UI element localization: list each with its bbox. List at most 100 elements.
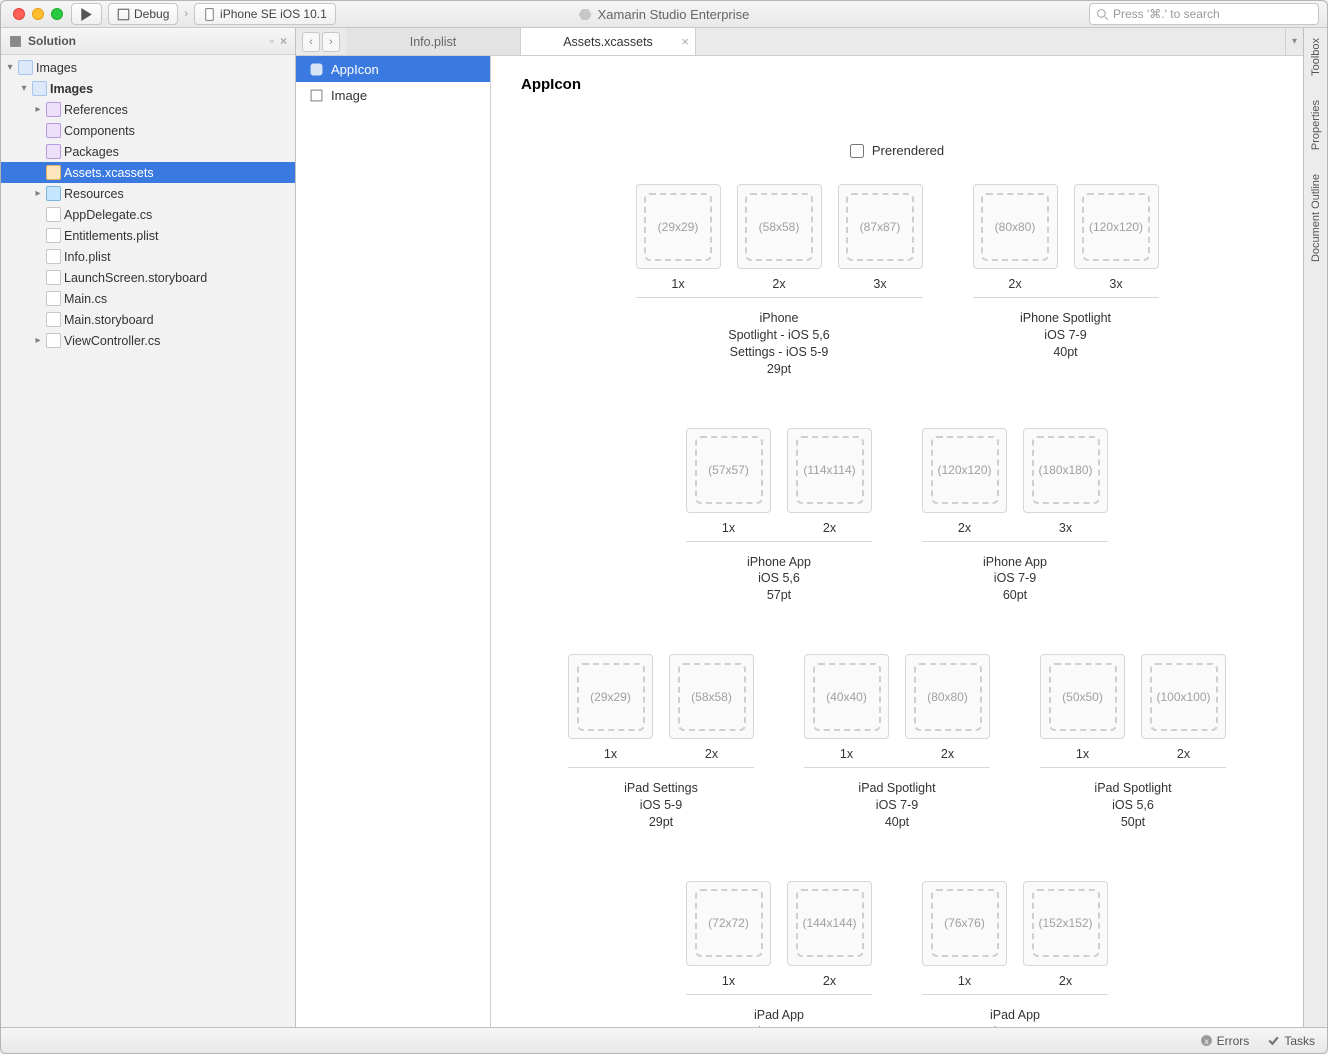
rail-outline[interactable]: Document Outline bbox=[1310, 170, 1322, 266]
icon-slot[interactable]: (58x58) bbox=[669, 654, 754, 739]
icon-group: (120x120)2x(180x180)3xiPhone App iOS 7-9… bbox=[922, 428, 1108, 605]
asset-image[interactable]: Image bbox=[296, 82, 490, 108]
page-title: AppIcon bbox=[521, 76, 1273, 93]
tree-assets[interactable]: ▸Assets.xcassets bbox=[1, 162, 295, 183]
scale-label: 3x bbox=[1059, 521, 1072, 535]
tree-packages[interactable]: ▸Packages bbox=[1, 141, 295, 162]
tree-project[interactable]: ▾Images bbox=[1, 78, 295, 99]
scale-label: 2x bbox=[823, 521, 836, 535]
solution-panel: Solution ▫ × ▾Images ▾Images ▸References… bbox=[1, 28, 296, 1027]
group-caption: iPad App iOS 7-9 76pt bbox=[922, 1007, 1108, 1027]
window-title: Xamarin Studio Enterprise bbox=[579, 7, 750, 22]
icon-slot[interactable]: (58x58) bbox=[737, 184, 822, 269]
tree-launchscreen[interactable]: ▸LaunchScreen.storyboard bbox=[1, 267, 295, 288]
tab-info[interactable]: Info.plist bbox=[346, 28, 521, 55]
icon-slot[interactable]: (57x57) bbox=[686, 428, 771, 513]
icon-group: (50x50)1x(100x100)2xiPad Spotlight iOS 5… bbox=[1040, 654, 1226, 831]
asset-editor: AppIcon Prerendered (29x29) 1x (58x58) 2x (8… bbox=[491, 56, 1303, 1027]
scale-label: 2x bbox=[941, 747, 954, 761]
maximize-button[interactable] bbox=[51, 8, 63, 20]
scale-label: 1x bbox=[840, 747, 853, 761]
icon-placeholder: (80x80) bbox=[914, 663, 982, 731]
asset-list[interactable]: AppIcon Image bbox=[296, 56, 491, 1027]
run-config-dropdown[interactable]: Debug bbox=[108, 3, 178, 25]
group-caption: iPad App iOS 5,6 72pt bbox=[686, 1007, 872, 1027]
icon-slot[interactable]: (180x180) bbox=[1023, 428, 1108, 513]
solution-header: Solution ▫ × bbox=[1, 28, 295, 55]
icon-slot[interactable]: (114x114) bbox=[787, 428, 872, 513]
icon-slot[interactable]: (29x29) bbox=[636, 184, 721, 269]
icon-placeholder: (58x58) bbox=[678, 663, 746, 731]
icon-slot[interactable]: (50x50) bbox=[1040, 654, 1125, 739]
tab-assets[interactable]: Assets.xcassets× bbox=[521, 28, 696, 55]
chevron-right-icon: › bbox=[184, 8, 188, 20]
icon-placeholder: (29x29) bbox=[644, 193, 712, 261]
run-button[interactable] bbox=[71, 3, 102, 25]
close-tab-icon[interactable]: × bbox=[681, 34, 689, 49]
icon-slot[interactable]: (144x144) bbox=[787, 881, 872, 966]
scale-label: 1x bbox=[722, 521, 735, 535]
group-caption: iPad Spotlight iOS 5,6 50pt bbox=[1040, 780, 1226, 831]
asset-appicon[interactable]: AppIcon bbox=[296, 56, 490, 82]
icon-slot[interactable]: (80x80) bbox=[905, 654, 990, 739]
rail-properties[interactable]: Properties bbox=[1310, 96, 1322, 154]
icon-slot[interactable]: (100x100) bbox=[1141, 654, 1226, 739]
tree-mainstory[interactable]: ▸Main.storyboard bbox=[1, 309, 295, 330]
tree-viewcontroller[interactable]: ▸ViewController.cs bbox=[1, 330, 295, 351]
icon-group: (80x80)2x(120x120)3xiPhone Spotlight iOS… bbox=[973, 184, 1159, 361]
rail-toolbox[interactable]: Toolbox bbox=[1310, 34, 1322, 80]
solution-icon bbox=[9, 35, 22, 48]
prerendered-checkbox[interactable] bbox=[850, 144, 864, 158]
run-config-label: Debug bbox=[134, 7, 169, 21]
tree-root[interactable]: ▾Images bbox=[1, 57, 295, 78]
panel-split-icon[interactable]: ▫ bbox=[270, 34, 274, 48]
icon-slot[interactable]: (152x152) bbox=[1023, 881, 1108, 966]
minimize-button[interactable] bbox=[32, 8, 44, 20]
scale-label: 3x bbox=[1109, 277, 1122, 291]
tree-entitlements[interactable]: ▸Entitlements.plist bbox=[1, 225, 295, 246]
icon-slot[interactable]: (40x40) bbox=[804, 654, 889, 739]
svg-text:x: x bbox=[1204, 1036, 1209, 1046]
group-caption: iPhone Spotlight - iOS 5,6 Settings - iO… bbox=[636, 310, 923, 378]
device-label: iPhone SE iOS 10.1 bbox=[220, 7, 327, 21]
tree-infoplist[interactable]: ▸Info.plist bbox=[1, 246, 295, 267]
status-errors[interactable]: x Errors bbox=[1200, 1034, 1250, 1048]
panel-close-icon[interactable]: × bbox=[280, 34, 287, 48]
tree-components[interactable]: ▸Components bbox=[1, 120, 295, 141]
appicon-icon bbox=[310, 63, 323, 76]
tab-overflow-button[interactable]: ▾ bbox=[1285, 28, 1303, 55]
image-icon bbox=[310, 89, 323, 102]
nav-forward-button[interactable]: › bbox=[322, 32, 340, 52]
tree-maincs[interactable]: ▸Main.cs bbox=[1, 288, 295, 309]
scale-label: 1x bbox=[958, 974, 971, 988]
icon-slot[interactable]: (72x72) bbox=[686, 881, 771, 966]
icon-placeholder: (87x87) bbox=[846, 193, 914, 261]
tree-resources[interactable]: ▸Resources bbox=[1, 183, 295, 204]
icon-placeholder: (72x72) bbox=[695, 889, 763, 957]
icon-placeholder: (80x80) bbox=[981, 193, 1049, 261]
prerendered-label: Prerendered bbox=[872, 143, 944, 158]
status-tasks[interactable]: Tasks bbox=[1267, 1034, 1315, 1048]
global-search[interactable]: Press '⌘.' to search bbox=[1089, 3, 1319, 25]
tree-appdelegate[interactable]: ▸AppDelegate.cs bbox=[1, 204, 295, 225]
check-icon bbox=[1267, 1034, 1280, 1047]
icon-slot[interactable]: (87x87) bbox=[838, 184, 923, 269]
icon-slot[interactable]: (29x29) bbox=[568, 654, 653, 739]
window-controls bbox=[13, 8, 63, 20]
scale-label: 2x bbox=[772, 277, 785, 291]
icon-slot[interactable]: (80x80) bbox=[973, 184, 1058, 269]
icon-slot[interactable]: (120x120) bbox=[1074, 184, 1159, 269]
close-button[interactable] bbox=[13, 8, 25, 20]
nav-back-button[interactable]: ‹ bbox=[302, 32, 320, 52]
solution-tree[interactable]: ▾Images ▾Images ▸References ▸Components … bbox=[1, 55, 295, 1027]
search-icon bbox=[1096, 8, 1109, 21]
statusbar: x Errors Tasks bbox=[1, 1027, 1327, 1053]
titlebar: Debug › iPhone SE iOS 10.1 Xamarin Studi… bbox=[1, 1, 1327, 28]
tree-references[interactable]: ▸References bbox=[1, 99, 295, 120]
icon-placeholder: (58x58) bbox=[745, 193, 813, 261]
icon-slot[interactable]: (76x76) bbox=[922, 881, 1007, 966]
icon-slot[interactable]: (120x120) bbox=[922, 428, 1007, 513]
error-icon: x bbox=[1200, 1034, 1213, 1047]
device-dropdown[interactable]: iPhone SE iOS 10.1 bbox=[194, 3, 336, 25]
icon-group: (57x57)1x(114x114)2xiPhone App iOS 5,6 5… bbox=[686, 428, 872, 605]
